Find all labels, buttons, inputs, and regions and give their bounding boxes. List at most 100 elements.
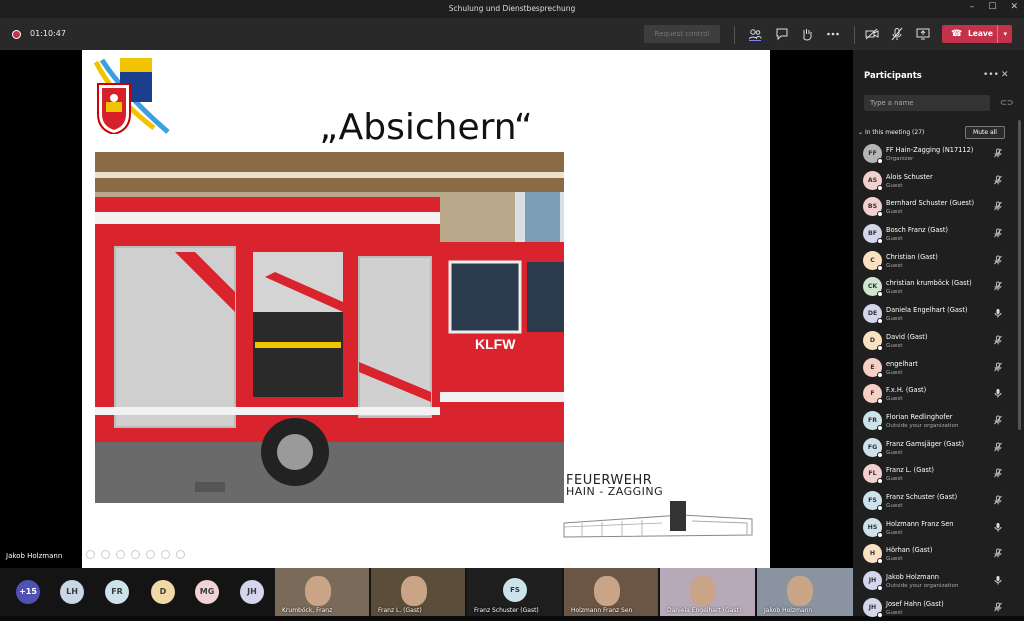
slide-control-icon[interactable] — [146, 550, 155, 559]
participant-name: Christian (Gast) — [886, 252, 938, 261]
participant-row[interactable]: JH Jakob Holzmann Outside your organizatio… — [853, 568, 1024, 595]
share-invite-icon[interactable]: ⊂⊃ — [1000, 98, 1013, 107]
presence-status-icon — [877, 184, 883, 191]
mic-muted-icon[interactable] — [993, 175, 1003, 187]
participant-row[interactable]: FG Franz Gamsjäger (Gast) Guest — [853, 435, 1024, 462]
participant-video-tile[interactable]: FS Franz Schuster (Gast) — [467, 568, 562, 616]
mic-muted-icon[interactable] — [993, 148, 1003, 160]
request-control-button[interactable]: Request control — [644, 25, 720, 43]
participant-name: FF Hain-Zagging (N17112) — [886, 146, 974, 154]
participant-search-input[interactable]: Type a name — [864, 95, 990, 111]
more-options-icon[interactable]: ••• — [983, 70, 999, 80]
minimize-button[interactable]: – — [970, 2, 975, 12]
mic-muted-icon[interactable] — [993, 362, 1003, 374]
participant-role: Guest — [886, 529, 903, 536]
participant-role: Guest — [886, 556, 903, 563]
maximize-button[interactable]: ☐ — [988, 2, 996, 12]
participants-icon[interactable] — [748, 27, 762, 41]
participant-avatar[interactable]: FR — [105, 580, 129, 604]
toolbar-divider — [734, 26, 735, 44]
person-face — [787, 576, 813, 606]
participant-avatar[interactable]: LH — [60, 580, 84, 604]
participant-row[interactable]: CK christian krumböck (Gast) Guest — [853, 274, 1024, 301]
participant-video-tile[interactable]: Jakob Holzmann — [757, 568, 853, 616]
participant-name: Franz L. (Gast) — [886, 466, 934, 475]
mic-icon[interactable] — [993, 308, 1003, 320]
mic-muted-icon[interactable] — [993, 415, 1003, 427]
mic-muted-icon[interactable] — [993, 335, 1003, 347]
presence-status-icon — [877, 264, 883, 271]
video-tile-label: Holzmann Franz Sen — [571, 607, 633, 614]
mic-muted-icon[interactable] — [993, 228, 1003, 240]
participant-row[interactable]: H Hörhan (Gast) Guest — [853, 541, 1024, 568]
mic-muted-icon[interactable] — [993, 201, 1003, 213]
mic-muted-icon[interactable] — [993, 468, 1003, 480]
participant-avatar[interactable]: MG — [195, 580, 219, 604]
video-tile-label: Franz L. (Gast) — [378, 607, 422, 614]
participant-avatar[interactable]: D — [151, 580, 175, 604]
participant-row[interactable]: BS Bernhard Schuster (Guest) Guest — [853, 194, 1024, 221]
participant-row[interactable]: F F.x.H. (Gast) Guest — [853, 381, 1024, 408]
presence-status-icon — [877, 451, 883, 458]
person-face — [401, 576, 427, 606]
participant-row[interactable]: HS Holzmann Franz Sen Guest — [853, 515, 1024, 542]
mic-muted-icon[interactable] — [993, 281, 1003, 293]
leave-button[interactable]: ☎ Leave ▾ — [942, 25, 1012, 43]
participant-row[interactable]: FS Franz Schuster (Gast) Guest — [853, 488, 1024, 515]
participant-row[interactable]: C Christian (Gast) Guest — [853, 248, 1024, 275]
mic-muted-icon[interactable] — [993, 442, 1003, 454]
person-face — [690, 576, 716, 606]
presence-status-icon — [877, 344, 883, 351]
more-participants-badge[interactable]: +15 — [16, 580, 40, 604]
slide-control-icon[interactable] — [176, 550, 185, 559]
mute-all-button[interactable]: Mute all — [965, 126, 1005, 139]
slide-control-icon[interactable] — [161, 550, 170, 559]
participant-video-tile[interactable]: Holzmann Franz Sen — [564, 568, 658, 616]
participant-row[interactable]: FL Franz L. (Gast) Guest — [853, 461, 1024, 488]
participant-role: Guest — [886, 396, 903, 403]
participant-row[interactable]: D David (Gast) Guest — [853, 328, 1024, 355]
chat-icon[interactable] — [775, 27, 789, 41]
participant-row[interactable]: AS Alois Schuster Guest — [853, 168, 1024, 195]
mic-muted-icon[interactable] — [993, 602, 1003, 614]
presence-status-icon — [877, 371, 883, 378]
slide-control-icon[interactable] — [131, 550, 140, 559]
mic-muted-icon[interactable] — [993, 495, 1003, 507]
raise-hand-icon[interactable] — [800, 27, 814, 41]
fire-truck-photo: KLFW — [95, 152, 564, 503]
slide-title: „Absichern“ — [319, 107, 533, 148]
slide-control-icon[interactable] — [101, 550, 110, 559]
participant-row[interactable]: FR Florian Redlinghofer Outside your organ… — [853, 408, 1024, 435]
participant-row[interactable]: Eengelhart Guest — [853, 355, 1024, 382]
mic-off-icon[interactable] — [890, 27, 904, 41]
mic-icon[interactable] — [993, 388, 1003, 400]
participant-role: Guest — [886, 502, 903, 509]
participant-avatar[interactable]: JH — [240, 580, 264, 604]
presence-status-icon — [877, 478, 883, 485]
presence-status-icon — [877, 211, 883, 218]
chevron-down-icon[interactable]: ▾ — [997, 25, 1007, 43]
close-window-button[interactable]: ✕ — [1010, 2, 1018, 12]
participant-row[interactable]: JH Josef Hahn (Gast) Guest — [853, 595, 1024, 621]
camera-off-icon[interactable] — [865, 27, 879, 41]
slide-control-icon[interactable] — [116, 550, 125, 559]
mic-muted-icon[interactable] — [993, 255, 1003, 267]
brand-text: FEUERWEHR HAIN - ZAGGING — [566, 474, 663, 497]
participant-video-tile[interactable]: Krumböck, Franz — [275, 568, 369, 616]
participant-row[interactable]: BF Bosch Franz (Gast) Guest — [853, 221, 1024, 248]
mic-muted-icon[interactable] — [993, 548, 1003, 560]
slide-control-icon[interactable] — [86, 550, 95, 559]
more-actions-icon[interactable] — [826, 27, 840, 41]
participant-role: Guest — [886, 369, 903, 376]
participant-video-tile[interactable]: Daniela Engelhart (Gast) — [660, 568, 755, 616]
mic-icon[interactable] — [993, 522, 1003, 534]
panel-scrollbar[interactable] — [1018, 120, 1021, 430]
share-screen-icon[interactable] — [916, 27, 930, 41]
participant-row[interactable]: FF FF Hain-Zagging (N17112) Organizer — [853, 141, 1024, 168]
participant-row[interactable]: DE Daniela Engelhart (Gast) Guest — [853, 301, 1024, 328]
participant-video-tile[interactable]: Franz L. (Gast) — [371, 568, 465, 616]
mic-icon[interactable] — [993, 575, 1003, 587]
participant-name: Alois Schuster — [886, 172, 933, 181]
close-icon[interactable]: ✕ — [1001, 70, 1009, 80]
in-meeting-section-header[interactable]: ⌄ In this meeting (27) — [858, 129, 924, 136]
